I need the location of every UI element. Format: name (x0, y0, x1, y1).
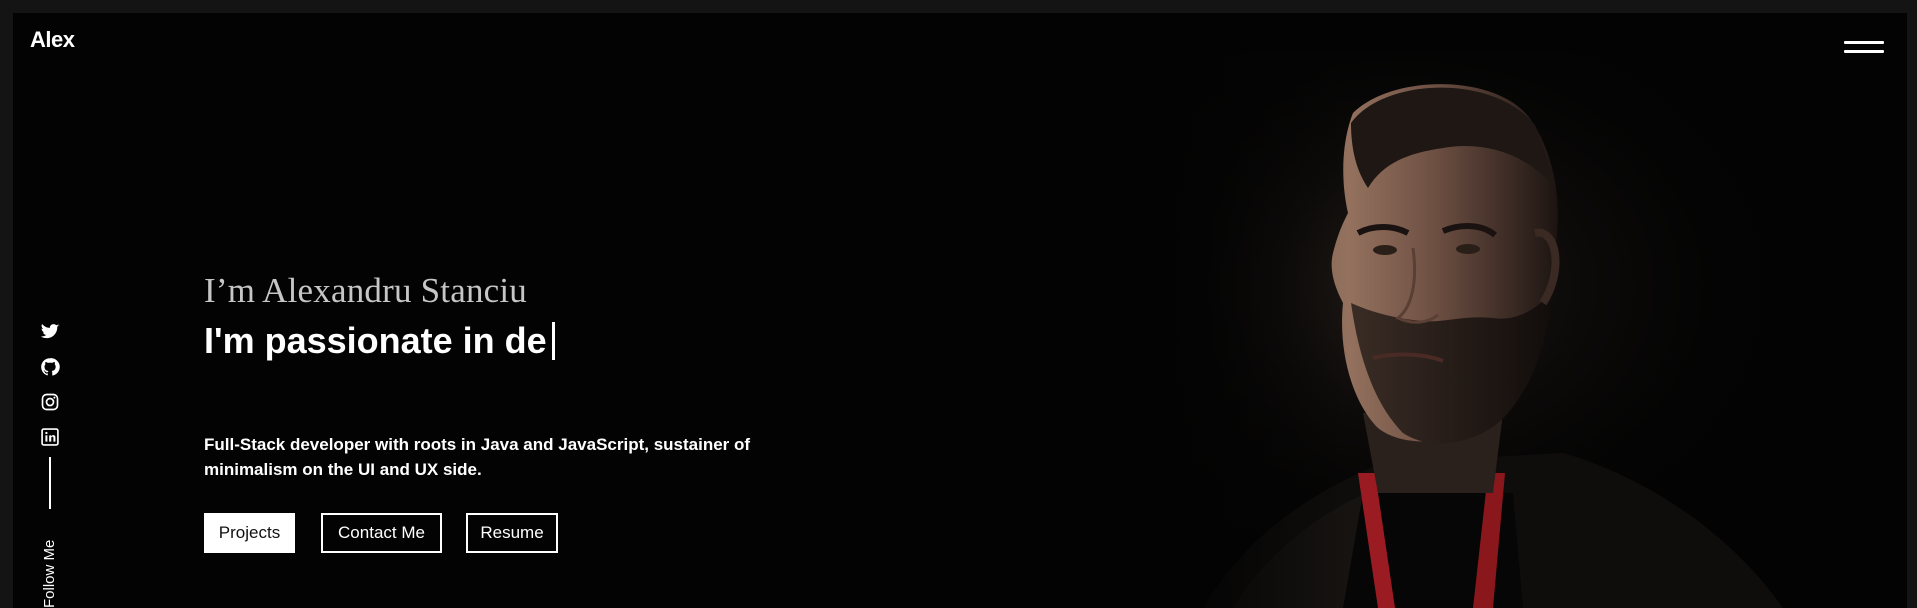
page-frame: Alex Follow Me I’m Alexandru Stanciu I'm… (13, 13, 1907, 608)
site-logo[interactable]: Alex (30, 27, 75, 53)
follow-me-label: Follow Me (41, 539, 58, 608)
social-links (37, 319, 63, 462)
instagram-icon[interactable] (37, 392, 63, 418)
linkedin-icon[interactable] (37, 427, 63, 453)
profile-portrait (1163, 53, 1907, 608)
twitter-icon[interactable] (37, 322, 63, 348)
resume-button[interactable]: Resume (466, 513, 558, 553)
hero-description: Full-Stack developer with roots in Java … (204, 435, 751, 479)
hero-headline: I'm passionate in de (204, 320, 555, 362)
contact-me-button[interactable]: Contact Me (321, 513, 442, 553)
github-icon[interactable] (37, 357, 63, 383)
hero-intro: I’m Alexandru Stanciu (204, 271, 528, 310)
headline-text: I'm passionate in de (204, 320, 547, 361)
typing-cursor (551, 322, 555, 360)
menu-line-top (1844, 41, 1884, 44)
social-divider (49, 457, 51, 509)
projects-button[interactable]: Projects (204, 513, 295, 553)
